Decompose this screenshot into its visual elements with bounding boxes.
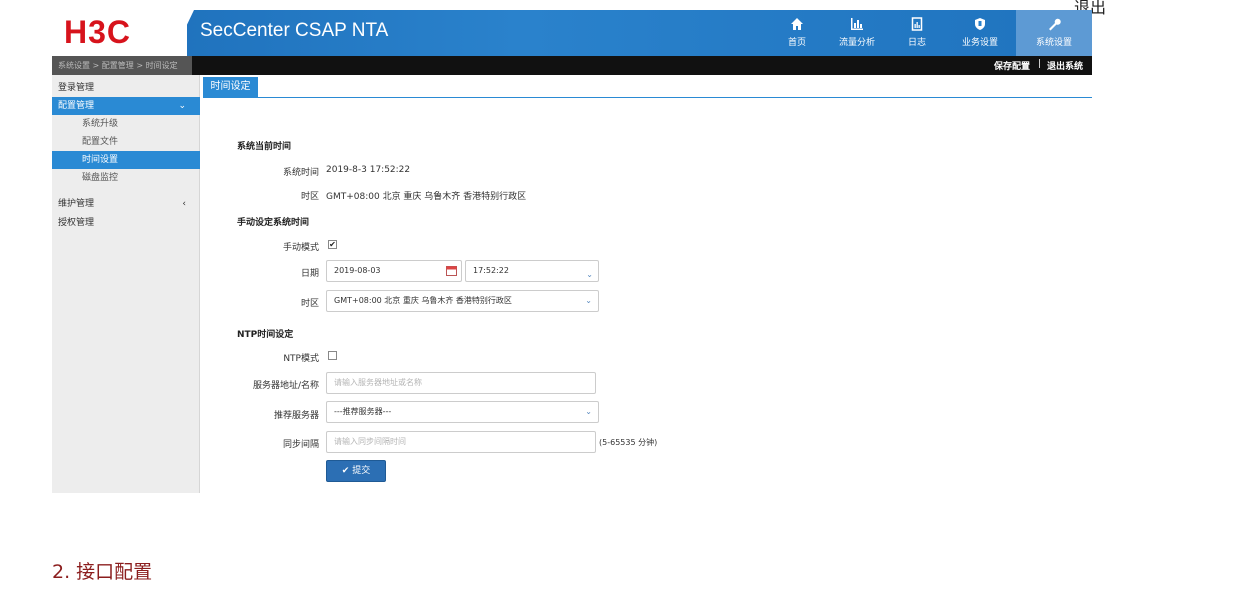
bar-chart-icon: [851, 18, 863, 30]
chevron-left-icon: ‹: [182, 199, 186, 209]
shield-icon: [975, 18, 985, 30]
system-time-label: 系统时间: [282, 168, 319, 178]
tab-time-setting[interactable]: 时间设定: [203, 77, 258, 97]
ntp-server-input[interactable]: 请输入服务器地址或名称: [326, 372, 596, 394]
sidebar-item-time-settings[interactable]: 时间设置: [52, 151, 200, 169]
separator: |: [1038, 59, 1042, 69]
spinner-up-icon[interactable]: ⌃: [586, 261, 593, 267]
nav-home[interactable]: 首页: [767, 10, 827, 56]
chevron-down-icon: ⌄: [178, 101, 186, 111]
ntp-mode-label: NTP模式: [283, 354, 319, 364]
app-header: H3C SecCenter CSAP NTA 首页 流量分析 日志 业务设置 系…: [52, 10, 1092, 56]
calendar-icon[interactable]: [446, 265, 457, 276]
spinner-down-icon[interactable]: ⌄: [586, 270, 593, 279]
time-input[interactable]: 17:52:22 ⌃ ⌄: [465, 260, 599, 282]
recommend-server-select[interactable]: ---推荐服务器--- ⌄: [326, 401, 599, 423]
date-input[interactable]: 2019-08-03: [326, 260, 462, 282]
sidebar-item-config-management[interactable]: 配置管理 ⌄: [52, 97, 200, 115]
sidebar-item-maintenance[interactable]: 维护管理 ‹: [52, 195, 200, 213]
sync-interval-hint: (5-65535 分钟): [599, 438, 658, 447]
wrench-icon: [1049, 18, 1061, 31]
sync-interval-input[interactable]: 请输入同步间隔时间: [326, 431, 596, 453]
manual-tz-label: 时区: [300, 299, 319, 309]
chevron-down-icon: ⌄: [585, 407, 592, 416]
ntp-server-label: 服务器地址/名称: [252, 381, 319, 391]
manual-mode-label: 手动模式: [282, 243, 319, 253]
timezone-select[interactable]: GMT+08:00 北京 重庆 乌鲁木齐 香港特别行政区 ⌄: [326, 290, 599, 312]
nav-traffic-analysis[interactable]: 流量分析: [827, 10, 887, 56]
manual-mode-checkbox[interactable]: ✔: [328, 240, 337, 249]
ntp-mode-checkbox[interactable]: [328, 351, 337, 360]
nav-business-settings[interactable]: 业务设置: [950, 10, 1010, 56]
nav-system-settings[interactable]: 系统设置: [1016, 10, 1092, 56]
system-time-value: 2019-8-3 17:52:22: [326, 165, 411, 175]
app-title: SecCenter CSAP NTA: [200, 20, 389, 41]
sidebar-item-system-upgrade[interactable]: 系统升级: [52, 115, 200, 133]
sidebar-item-disk-monitor[interactable]: 磁盘监控: [52, 169, 200, 187]
chevron-down-icon: ⌄: [585, 296, 592, 305]
section-current-time: 系统当前时间: [237, 142, 292, 152]
current-tz-value: GMT+08:00 北京 重庆 乌鲁木齐 香港特别行政区: [326, 192, 527, 202]
save-config-link[interactable]: 保存配置: [994, 59, 1030, 72]
sidebar-item-config-file[interactable]: 配置文件: [52, 133, 200, 151]
sidebar: 登录管理 配置管理 ⌄ 系统升级 配置文件 时间设置 磁盘监控 维护管理 ‹ 授权管…: [52, 75, 200, 493]
recommend-server-label: 推荐服务器: [273, 411, 319, 421]
home-icon: [791, 18, 803, 30]
sub-toolbar: [52, 56, 1092, 75]
check-icon: ✔: [341, 466, 353, 476]
section-manual-time: 手动设定系统时间: [237, 218, 310, 228]
sync-interval-label: 同步间隔: [282, 440, 319, 450]
date-label: 日期: [300, 269, 319, 279]
document-heading: 2. 接口配置: [52, 561, 153, 583]
logout-link[interactable]: 退出系统: [1047, 59, 1083, 72]
h3c-logo: H3C: [64, 14, 132, 50]
breadcrumb: 系统设置 > 配置管理 > 时间设定: [52, 56, 192, 75]
nav-log[interactable]: 日志: [887, 10, 947, 56]
current-tz-label: 时区: [300, 192, 319, 202]
sidebar-item-login-management[interactable]: 登录管理: [52, 79, 200, 97]
document-icon: [911, 17, 923, 31]
section-ntp: NTP时间设定: [237, 330, 294, 340]
sidebar-item-license[interactable]: 授权管理: [52, 214, 200, 232]
submit-button[interactable]: ✔ 提交: [326, 460, 386, 482]
